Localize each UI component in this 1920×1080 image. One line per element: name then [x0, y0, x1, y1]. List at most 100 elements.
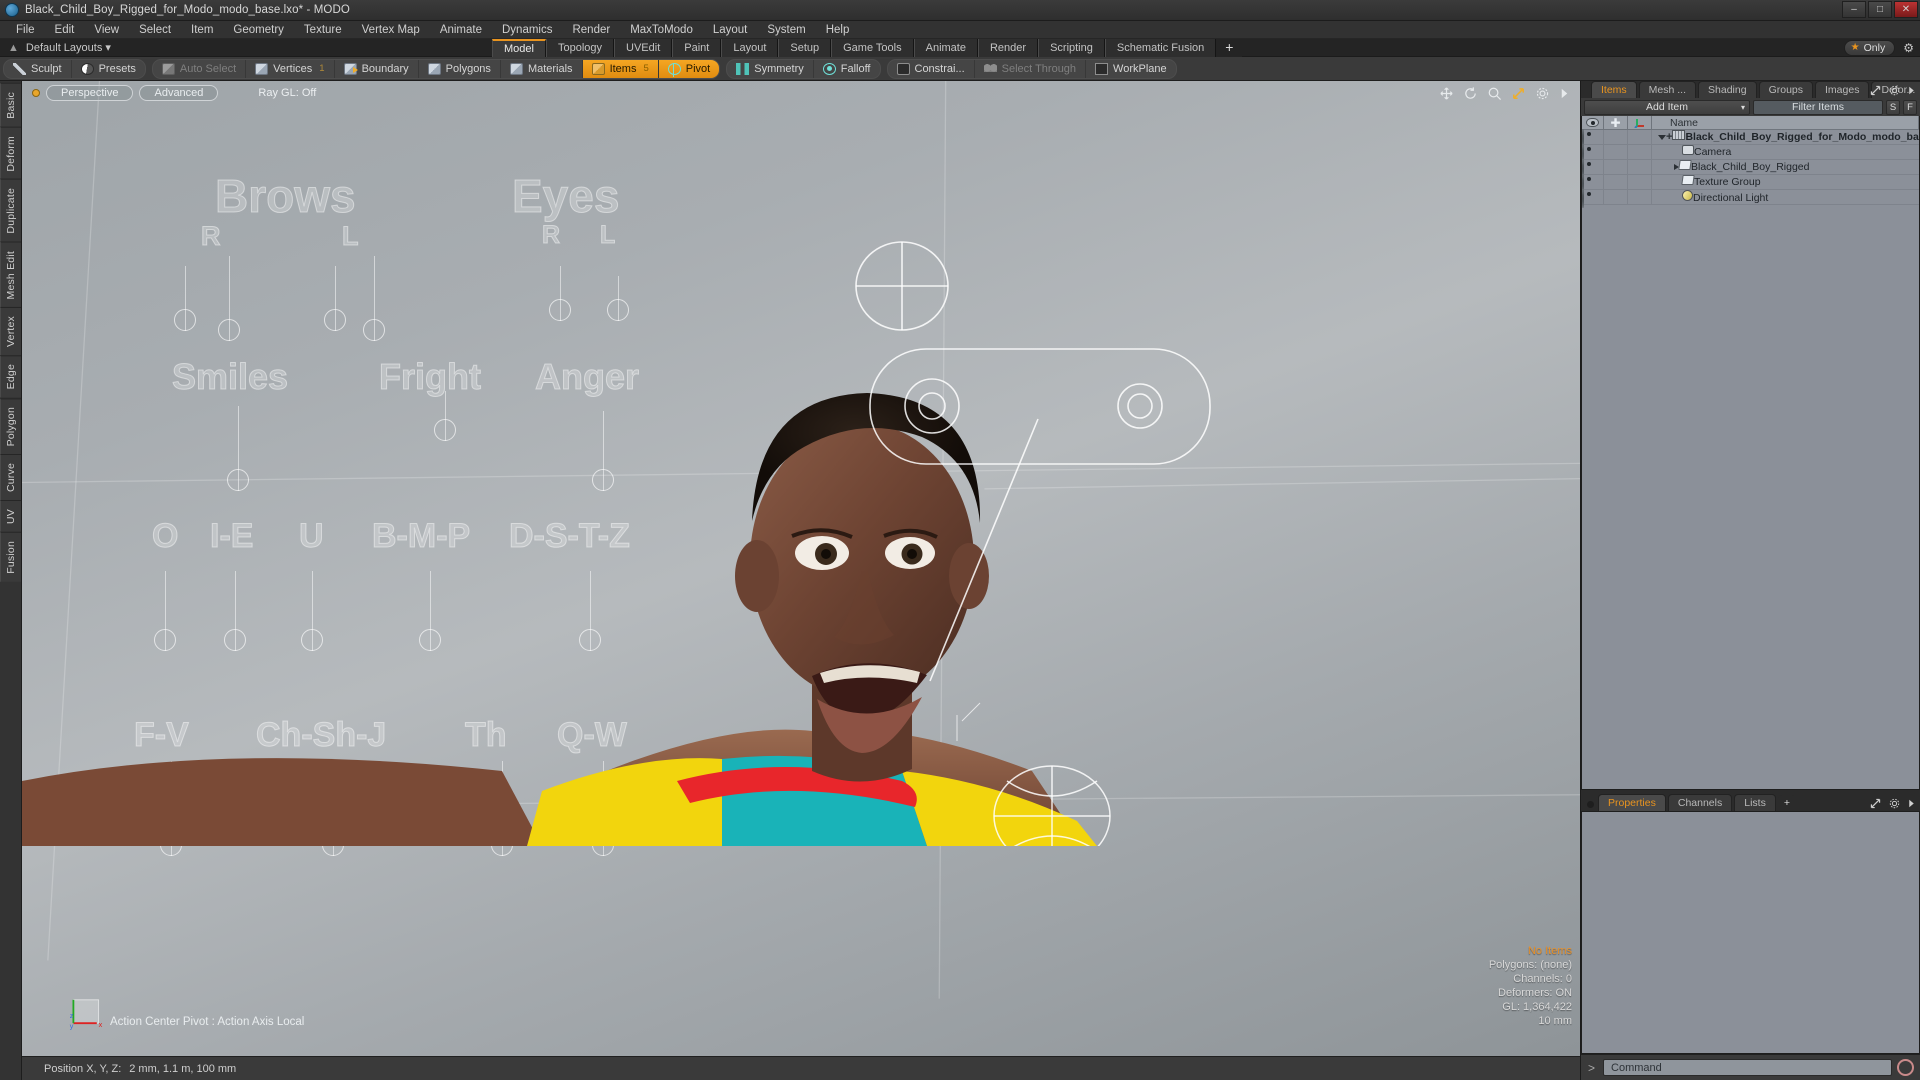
- zoom-icon[interactable]: [1487, 86, 1502, 101]
- toolbar-button-symmetry[interactable]: Symmetry: [727, 60, 814, 78]
- gear-icon[interactable]: [1888, 797, 1901, 810]
- chevron-right-icon[interactable]: [1559, 87, 1570, 100]
- menu-item-geometry[interactable]: Geometry: [223, 21, 294, 39]
- row-lock-cell[interactable]: [1604, 145, 1628, 159]
- only-toggle[interactable]: ★ Only: [1844, 40, 1896, 56]
- layout-tab-paint[interactable]: Paint: [672, 39, 721, 57]
- row-name-cell[interactable]: Black_Child_Boy_Rigged: [1652, 160, 1919, 174]
- table-row[interactable]: Directional Light: [1582, 190, 1919, 205]
- table-row[interactable]: Black_Child_Boy_Rigged: [1582, 160, 1919, 175]
- chevron-right-icon[interactable]: [1907, 798, 1916, 809]
- row-visibility-toggle[interactable]: [1582, 190, 1604, 204]
- row-lock-cell[interactable]: [1604, 130, 1628, 144]
- menu-item-animate[interactable]: Animate: [430, 21, 492, 39]
- minimize-button[interactable]: –: [1842, 1, 1866, 18]
- record-icon[interactable]: [1897, 1059, 1914, 1076]
- toolbar-button-select-through[interactable]: Select Through: [975, 60, 1086, 78]
- layout-tab-topology[interactable]: Topology: [546, 39, 614, 57]
- menu-item-select[interactable]: Select: [129, 21, 181, 39]
- menu-item-vertex-map[interactable]: Vertex Map: [352, 21, 430, 39]
- rail-tab-fusion[interactable]: Fusion: [0, 532, 21, 582]
- items-tab-images[interactable]: Images: [1815, 81, 1869, 98]
- layout-tab-render[interactable]: Render: [978, 39, 1038, 57]
- toolbar-button-boundary[interactable]: Boundary: [335, 60, 419, 78]
- rail-tab-curve[interactable]: Curve: [0, 454, 21, 500]
- row-transform-cell[interactable]: [1628, 145, 1652, 159]
- rail-tab-edge[interactable]: Edge: [0, 355, 21, 397]
- home-icon[interactable]: ▲: [0, 42, 26, 54]
- layout-tab-setup[interactable]: Setup: [778, 39, 831, 57]
- toolbar-button-polygons[interactable]: Polygons: [419, 60, 501, 78]
- items-tab-groups[interactable]: Groups: [1759, 81, 1813, 98]
- row-visibility-toggle[interactable]: [1582, 130, 1604, 144]
- expand-icon[interactable]: [1869, 797, 1882, 810]
- row-transform-cell[interactable]: [1628, 175, 1652, 189]
- shading-mode-dropdown[interactable]: Advanced: [139, 85, 218, 101]
- menu-item-edit[interactable]: Edit: [45, 21, 85, 39]
- rail-tab-mesh-edit[interactable]: Mesh Edit: [0, 242, 21, 308]
- fit-icon[interactable]: [1511, 86, 1526, 101]
- viewport-indicator-dot[interactable]: [32, 89, 40, 97]
- toolbar-button-workplane[interactable]: WorkPlane: [1086, 60, 1176, 78]
- add-layout-tab-button[interactable]: +: [1216, 39, 1242, 57]
- row-name-cell[interactable]: Directional Light: [1652, 190, 1919, 204]
- layout-tab-schematic-fusion[interactable]: Schematic Fusion: [1105, 39, 1216, 57]
- rail-tab-uv[interactable]: UV: [0, 500, 21, 532]
- filter-items-input[interactable]: Filter Items: [1753, 100, 1883, 115]
- toolbar-button-pivot[interactable]: Pivot: [659, 60, 719, 78]
- layout-tab-layout[interactable]: Layout: [721, 39, 778, 57]
- toolbar-button-sculpt[interactable]: Sculpt: [4, 60, 72, 78]
- table-row[interactable]: Camera: [1582, 145, 1919, 160]
- panel-menu-dot[interactable]: [1587, 801, 1594, 808]
- row-lock-cell[interactable]: [1604, 175, 1628, 189]
- row-transform-cell[interactable]: [1628, 190, 1652, 204]
- items-tab-mesh[interactable]: Mesh ...: [1639, 81, 1696, 98]
- row-visibility-toggle[interactable]: [1582, 160, 1604, 174]
- layout-tab-model[interactable]: Model: [492, 39, 546, 57]
- row-visibility-toggle[interactable]: [1582, 145, 1604, 159]
- maximize-button[interactable]: □: [1868, 1, 1892, 18]
- menu-item-system[interactable]: System: [757, 21, 815, 39]
- rail-tab-polygon[interactable]: Polygon: [0, 398, 21, 454]
- command-input[interactable]: Command: [1603, 1059, 1892, 1076]
- menu-item-texture[interactable]: Texture: [294, 21, 352, 39]
- row-transform-cell[interactable]: [1628, 130, 1652, 144]
- add-item-button[interactable]: Add Item ▾: [1584, 100, 1750, 115]
- filter-s-button[interactable]: S: [1886, 100, 1900, 115]
- menu-item-layout[interactable]: Layout: [703, 21, 758, 39]
- gear-icon[interactable]: [1888, 84, 1901, 97]
- rail-tab-vertex[interactable]: Vertex: [0, 307, 21, 355]
- rotate-icon[interactable]: [1463, 86, 1478, 101]
- expand-icon[interactable]: [1869, 84, 1882, 97]
- filter-f-button[interactable]: F: [1903, 100, 1917, 115]
- row-name-cell[interactable]: Camera: [1652, 145, 1919, 159]
- chevron-down-icon[interactable]: [1658, 135, 1666, 140]
- items-tab-items[interactable]: Items: [1591, 81, 1637, 98]
- gear-icon[interactable]: ⚙: [1903, 41, 1914, 55]
- layout-tab-scripting[interactable]: Scripting: [1038, 39, 1105, 57]
- toolbar-button-constrai[interactable]: Constrai...: [888, 60, 975, 78]
- pan-icon[interactable]: [1439, 86, 1454, 101]
- properties-tab-channels[interactable]: Channels: [1668, 794, 1732, 811]
- menu-item-file[interactable]: File: [6, 21, 45, 39]
- close-button[interactable]: ✕: [1894, 1, 1918, 18]
- menu-item-dynamics[interactable]: Dynamics: [492, 21, 562, 39]
- menu-item-render[interactable]: Render: [562, 21, 620, 39]
- menu-item-help[interactable]: Help: [816, 21, 860, 39]
- table-row[interactable]: +Black_Child_Boy_Rigged_for_Modo_modo_ba…: [1582, 130, 1919, 145]
- toolbar-button-auto-select[interactable]: Auto Select: [153, 60, 246, 78]
- toolbar-button-falloff[interactable]: Falloff: [814, 60, 880, 78]
- rail-tab-deform[interactable]: Deform: [0, 127, 21, 180]
- toolbar-button-materials[interactable]: Materials: [501, 60, 583, 78]
- raygl-status[interactable]: Ray GL: Off: [258, 87, 316, 99]
- 3d-viewport[interactable]: BrowsEyesRLRLSmilesFrightAngerOI-EUB-M-P…: [22, 81, 1580, 1056]
- view-mode-dropdown[interactable]: Perspective: [46, 85, 133, 101]
- properties-tab-lists[interactable]: Lists: [1734, 794, 1776, 811]
- toolbar-button-presets[interactable]: Presets: [72, 60, 145, 78]
- properties-tab-properties[interactable]: Properties: [1598, 794, 1666, 811]
- table-row[interactable]: Texture Group: [1582, 175, 1919, 190]
- layout-tab-game-tools[interactable]: Game Tools: [831, 39, 914, 57]
- menu-item-maxtomodo[interactable]: MaxToModo: [620, 21, 703, 39]
- row-name-cell[interactable]: Texture Group: [1652, 175, 1919, 189]
- rail-tab-basic[interactable]: Basic: [0, 83, 21, 127]
